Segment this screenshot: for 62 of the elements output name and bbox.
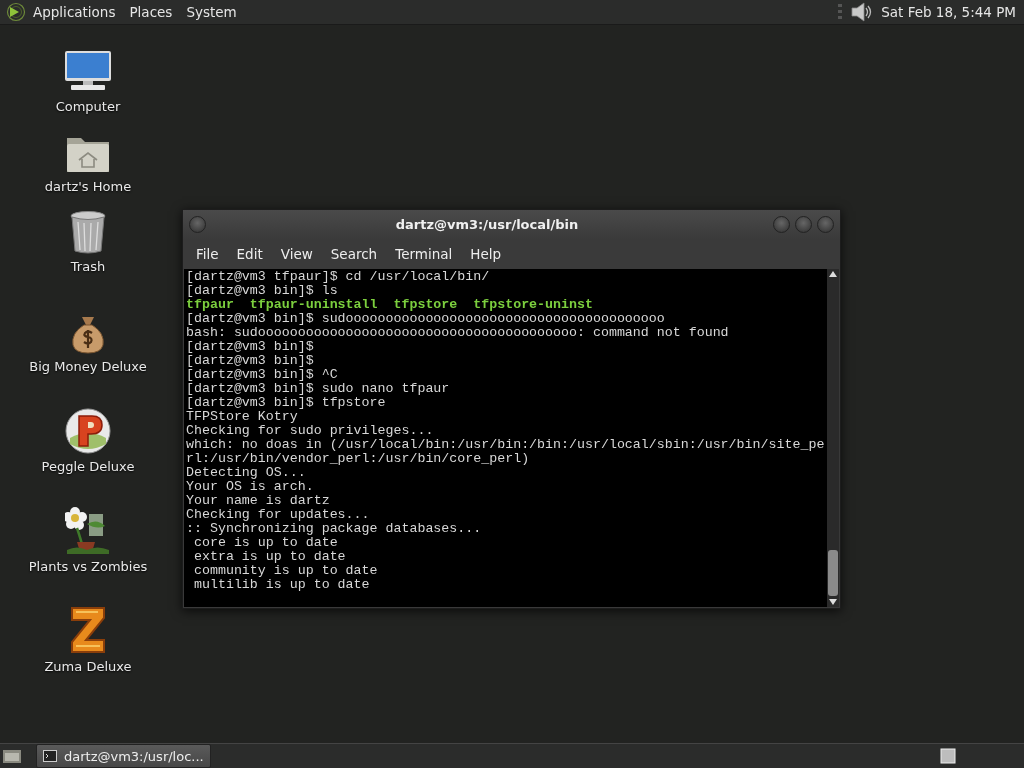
desktop-icon-label[interactable]: Trash <box>68 259 108 274</box>
grip-icon <box>837 2 844 22</box>
trash-icon <box>69 210 107 254</box>
menu-item[interactable]: File <box>187 246 228 262</box>
stone-block-icon <box>68 606 108 654</box>
minimize-button[interactable] <box>773 216 790 233</box>
terminal-line: Your name is dartz <box>186 494 330 508</box>
terminal-line: rl:/usr/bin/vendor_perl:/usr/bin/core_perl) <box>186 452 530 466</box>
terminal-line: community is up to date <box>192 564 378 578</box>
terminal-line: Checking for updates... <box>186 508 370 522</box>
window-title: dartz@vm3:/usr/local/bin <box>394 217 580 232</box>
terminal-line: [dartz@vm3 bin]$ ls <box>186 284 338 298</box>
terminal-line: bash: sudoooooooooooooooooooooooooooooooooooooooo: command not found <box>186 326 729 340</box>
terminal-line: :: Synchronizing package databases... <box>186 522 482 536</box>
panel-menu[interactable]: Applications <box>26 4 123 20</box>
menu-item[interactable]: Search <box>321 246 387 262</box>
terminal-line: Detecting OS... <box>186 466 306 480</box>
terminal-line: which: no doas in (/usr/local/bin:/usr/bin:/bin:/usr/local/sbin:/usr/bin/site_pe <box>186 438 825 452</box>
terminal-area[interactable] <box>184 269 839 607</box>
terminal-line: [dartz@vm3 bin]$ <box>186 340 314 354</box>
menu-item[interactable]: Help <box>461 246 511 262</box>
ball-icon <box>65 408 111 454</box>
terminal-line: [dartz@vm3 tfpaur]$ cd /usr/local/bin/ <box>186 270 490 284</box>
panel-menu[interactable]: System <box>179 4 244 20</box>
terminal-line: core is up to date <box>192 536 338 550</box>
menu-item[interactable]: View <box>271 246 322 262</box>
taskbar-button[interactable]: dartz@vm3:/usr/loc... <box>36 744 211 768</box>
desktop-icon-label[interactable]: Plants vs Zombies <box>26 559 150 574</box>
scrollbar-thumb[interactable] <box>828 550 838 596</box>
money-bag-icon <box>70 314 106 354</box>
show-desktop-icon[interactable] <box>2 747 22 765</box>
desktop-icon-label[interactable]: Computer <box>53 99 123 114</box>
clock[interactable]: Sat Feb 18, 5:44 PM <box>881 4 1016 20</box>
terminal-icon <box>43 750 57 762</box>
scrollbar[interactable] <box>827 269 839 607</box>
desktop-icon-label[interactable]: Peggle Deluxe <box>39 459 137 474</box>
terminal-line: extra is up to date <box>192 550 346 564</box>
terminal-line: [dartz@vm3 bin]$ sudo nano tfpaur <box>186 382 450 396</box>
terminal-line: [dartz@vm3 bin]$ ^C <box>186 368 338 382</box>
maximize-button[interactable] <box>795 216 812 233</box>
panel-menu[interactable]: Places <box>122 4 180 20</box>
flower-icon <box>65 506 111 554</box>
speaker-icon[interactable] <box>849 1 874 23</box>
desktop-icon-label[interactable]: dartz's Home <box>42 179 134 194</box>
scroll-up-icon[interactable] <box>829 271 837 277</box>
logo-icon[interactable] <box>6 2 26 22</box>
terminal-line: [dartz@vm3 bin]$ tfpstore <box>186 396 386 410</box>
terminal-line: TFPStore Kotry <box>186 410 298 424</box>
menu-item[interactable]: Edit <box>227 246 272 262</box>
menu-item[interactable]: Terminal <box>386 246 462 262</box>
close-button[interactable] <box>817 216 834 233</box>
terminal-line: multilib is up to date <box>192 578 370 592</box>
desktop-icon-label[interactable]: Big Money Deluxe <box>27 359 149 374</box>
terminal-line: [dartz@vm3 bin]$ <box>186 354 314 368</box>
terminal-line: [dartz@vm3 bin]$ sudoooooooooooooooooooooooooooooooooooooooo <box>186 312 665 326</box>
terminal-line: Your OS is arch. <box>186 480 314 494</box>
scroll-down-icon[interactable] <box>829 599 837 605</box>
file-listing: tfpaur tfpaur-uninstall tfpstore tfpstore-uninst <box>186 298 593 312</box>
window-menu-button[interactable] <box>189 216 206 233</box>
terminal-line: Checking for sudo privileges... <box>186 424 434 438</box>
workspace-icon[interactable] <box>940 748 956 764</box>
desktop-icon-label[interactable]: Zuma Deluxe <box>42 659 134 674</box>
